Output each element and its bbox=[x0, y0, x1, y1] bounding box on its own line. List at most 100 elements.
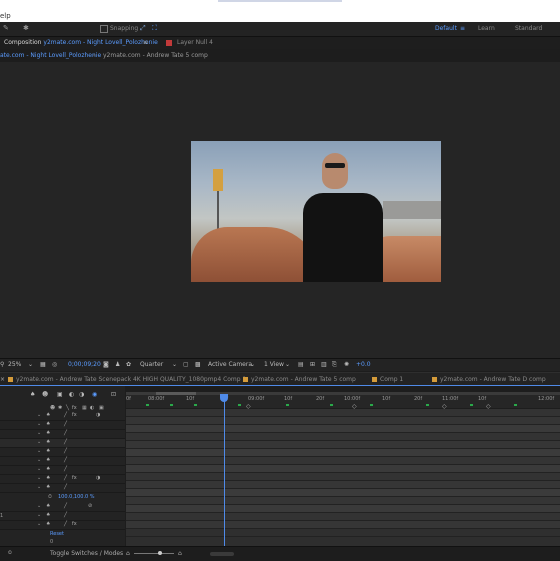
expand-icon[interactable]: ⌄ bbox=[37, 475, 41, 481]
adj-switch-icon[interactable]: ◑ bbox=[96, 475, 100, 481]
layer-eye-icon[interactable]: ♠ bbox=[46, 412, 50, 418]
workspace-learn[interactable]: Learn bbox=[478, 25, 495, 32]
layer-row[interactable]: ⌄ ♠ ╱ bbox=[0, 512, 125, 521]
show-snapshot-icon[interactable]: ♟ bbox=[115, 361, 120, 368]
layer-eye-icon[interactable]: ♠ bbox=[46, 430, 50, 436]
layer-eye-icon[interactable]: ♠ bbox=[46, 512, 50, 518]
timecode[interactable]: 0;00;09;20 bbox=[68, 361, 101, 368]
tab-composition[interactable]: Composition y2mate.com - Night Lovell_Po… bbox=[4, 39, 158, 46]
reset-link[interactable]: Reset bbox=[50, 531, 64, 537]
layer-eye-icon[interactable]: ♠ bbox=[46, 421, 50, 427]
snap-edges-icon[interactable]: ⤢ bbox=[140, 24, 146, 33]
motion-blur-switch-icon[interactable]: ◐ bbox=[69, 391, 74, 398]
quality-switch-icon[interactable]: ╱ bbox=[64, 503, 67, 509]
track-bar[interactable] bbox=[126, 409, 560, 417]
draft3d-icon[interactable]: ⊞ bbox=[310, 361, 315, 368]
expand-icon[interactable]: ⌄ bbox=[37, 521, 41, 527]
layer-row[interactable]: ⌄ ♠ ╱ bbox=[0, 430, 125, 439]
playhead-line[interactable] bbox=[224, 396, 225, 546]
zoom-slider-track[interactable] bbox=[134, 553, 174, 554]
expand-icon[interactable]: ⌄ bbox=[37, 430, 41, 436]
frame-blend-icon[interactable]: ▣ bbox=[57, 391, 63, 398]
timeline-tab-2[interactable]: y2mate.com - Andrew Tate 5 comp bbox=[243, 376, 356, 383]
work-area-range[interactable] bbox=[156, 392, 196, 395]
view-layout-dropdown[interactable]: 1 View bbox=[264, 361, 284, 368]
track-bar[interactable] bbox=[126, 465, 560, 473]
fx-switch-icon[interactable]: fx bbox=[72, 412, 77, 418]
track-bar[interactable] bbox=[126, 505, 560, 513]
quality-switch-icon[interactable]: ╱ bbox=[64, 421, 67, 427]
expand-icon[interactable]: ⌄ bbox=[37, 412, 41, 418]
graph-editor-icon[interactable]: ◉ bbox=[92, 391, 97, 398]
timeline-tab-3[interactable]: Comp 1 bbox=[372, 376, 403, 383]
quality-switch-icon[interactable]: ╱ bbox=[64, 439, 67, 445]
camera-chevron-icon[interactable]: ⌄ bbox=[250, 361, 255, 368]
time-ruler[interactable]: 0f 08:00f 10f 20f 09:00f 10f 20f 10:00f … bbox=[126, 392, 560, 410]
timeline-tab-close-icon[interactable]: × bbox=[0, 376, 5, 383]
timeline-tab-1[interactable]: y2mate.com - Andrew Tate Scenepack 4K HI… bbox=[8, 376, 246, 383]
timeline-tab-4[interactable]: y2mate.com - Andrew Tate D comp bbox=[432, 376, 546, 383]
layer-row[interactable]: ⌄ ♠ ╱ fx ◑ bbox=[0, 412, 125, 421]
menu-help[interactable]: elp bbox=[0, 12, 11, 20]
zoom-out-icon[interactable]: ⌂ bbox=[126, 550, 130, 557]
track-bar[interactable] bbox=[126, 521, 560, 529]
track-bar[interactable] bbox=[126, 473, 560, 481]
expand-icon[interactable]: ⌄ bbox=[37, 421, 41, 427]
layer-eye-icon[interactable]: ♠ bbox=[46, 448, 50, 454]
expand-icon[interactable]: ⌄ bbox=[37, 457, 41, 463]
layer-eye-icon[interactable]: ♠ bbox=[46, 439, 50, 445]
track-bar[interactable] bbox=[126, 497, 560, 505]
quality-switch-icon[interactable]: ╱ bbox=[64, 457, 67, 463]
layer-row[interactable]: ⌄ ♠ ╱ bbox=[0, 439, 125, 448]
workspace-standard[interactable]: Standard bbox=[515, 25, 542, 32]
adj-switch-icon[interactable]: ◑ bbox=[96, 412, 100, 418]
layer-eye-icon[interactable]: ♠ bbox=[46, 457, 50, 463]
zoom-dropdown[interactable]: 25% bbox=[8, 361, 21, 368]
track-bar[interactable] bbox=[126, 417, 560, 425]
shy-icon[interactable]: ☻ bbox=[42, 391, 48, 398]
quality-switch-icon[interactable]: ╱ bbox=[64, 430, 67, 436]
expand-icon[interactable]: ⌄ bbox=[37, 466, 41, 472]
timeline-tracks[interactable] bbox=[126, 409, 560, 546]
quality-switch-icon[interactable]: ╱ bbox=[64, 512, 67, 518]
flowchart-icon[interactable]: ⎘ bbox=[332, 361, 337, 369]
track-bar[interactable] bbox=[126, 513, 560, 521]
quality-switch-icon[interactable]: ╱ bbox=[64, 448, 67, 454]
expand-icon[interactable]: ⌄ bbox=[37, 484, 41, 490]
stopwatch-icon[interactable]: ⏱ bbox=[48, 494, 52, 500]
pixel-aspect-icon[interactable]: ▤ bbox=[298, 361, 304, 368]
zoom-in-icon[interactable]: ⌂ bbox=[178, 550, 182, 557]
views-chevron-icon[interactable]: ⌄ bbox=[285, 361, 290, 368]
expand-icon[interactable]: ⌄ bbox=[37, 448, 41, 454]
layer-row[interactable]: ⌄ ♠ ╱ bbox=[0, 457, 125, 466]
track-bar[interactable] bbox=[126, 433, 560, 441]
workspace-menu-icon[interactable]: ≡ bbox=[460, 25, 465, 32]
track-bar[interactable] bbox=[126, 449, 560, 457]
camera-dropdown[interactable]: Active Camera bbox=[208, 361, 252, 368]
breadcrumb-item-2[interactable]: y2mate.com - Andrew Tate 5 comp bbox=[103, 52, 208, 59]
selection-tool-icon[interactable]: ✎ bbox=[3, 24, 9, 32]
mb-switch-icon[interactable]: ⊘ bbox=[88, 503, 92, 509]
mask-icon[interactable]: ◎ bbox=[52, 361, 57, 368]
quality-switch-icon[interactable]: ╱ bbox=[64, 412, 67, 418]
track-bar[interactable] bbox=[126, 441, 560, 449]
breadcrumb-item-1[interactable]: ate.com - Night Lovell_Polozhenie bbox=[0, 52, 101, 59]
zoom-slider-thumb[interactable] bbox=[158, 551, 162, 555]
zoom-chevron-icon[interactable]: ⌄ bbox=[28, 361, 33, 368]
track-bar[interactable] bbox=[126, 489, 560, 497]
layer-eye-icon[interactable]: ♠ bbox=[46, 484, 50, 490]
resolution-chevron-icon[interactable]: ⌄ bbox=[172, 361, 177, 368]
timeline-scroll-thumb[interactable] bbox=[210, 552, 234, 556]
adjust-icon[interactable]: ◑ bbox=[79, 391, 84, 398]
solo-icon[interactable]: ♠ bbox=[30, 391, 35, 398]
track-bar[interactable] bbox=[126, 481, 560, 489]
layer-row[interactable]: ⌄ ♠ ╱ bbox=[0, 466, 125, 475]
expand-icon[interactable]: ⌄ bbox=[37, 439, 41, 445]
quality-switch-icon[interactable]: ╱ bbox=[64, 521, 67, 527]
snap-grid-icon[interactable]: ⛶ bbox=[152, 24, 157, 33]
layer-eye-icon[interactable]: ♠ bbox=[46, 475, 50, 481]
fx-switch-icon[interactable]: fx bbox=[72, 475, 77, 481]
tab-menu-icon[interactable]: ≡ bbox=[143, 39, 148, 46]
layer-eye-icon[interactable]: ♠ bbox=[46, 503, 50, 509]
exposure-value[interactable]: +0.0 bbox=[356, 361, 371, 368]
